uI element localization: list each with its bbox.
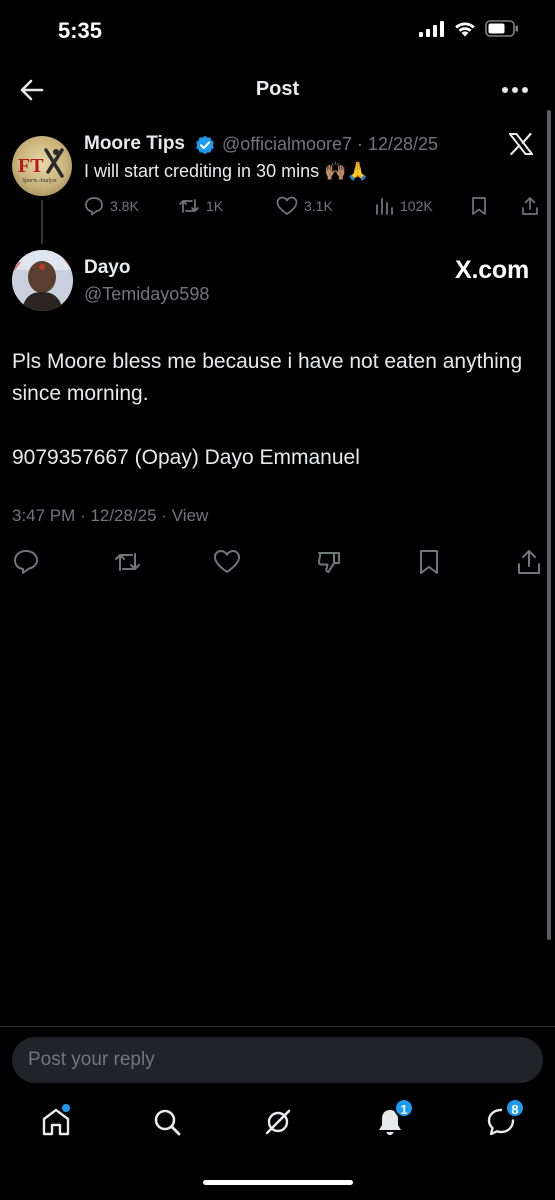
battery-icon [485,20,518,37]
quoted-view-count[interactable]: 102K [374,196,433,216]
quoted-post-text: I will start crediting in 30 mins 🙌🏽🙏 [84,161,369,181]
profile-photo-icon [12,250,73,311]
more-horizontal-icon [502,87,528,93]
verified-badge-icon [195,135,215,155]
reply-input[interactable] [12,1037,543,1083]
thumbs-down-icon [317,552,340,573]
page-title: Post [255,78,300,100]
nav-home[interactable] [40,1104,72,1138]
quoted-like-count[interactable]: 3.1K [276,196,333,216]
repost-count: 1K [206,198,224,214]
avatar-dayo[interactable] [12,250,73,311]
status-icons [419,20,519,37]
search-icon [154,1109,181,1136]
messages-badge: 8 [505,1098,525,1118]
quoted-handle-date[interactable]: @officialmoore7 · 12/28/25 [222,134,438,155]
heart-icon [276,196,298,215]
like-count: 3.1K [304,198,333,214]
author-name[interactable]: Dayo [84,257,130,279]
repost-icon [179,199,199,213]
bookmark-button[interactable] [415,548,443,576]
svg-text:Sports Analyst: Sports Analyst [22,178,57,184]
reply-count: 3.8K [110,198,139,214]
post-paragraph: 9079357667 (Opay) Dayo Emmanuel [12,446,360,469]
nav-messages[interactable]: 8 [485,1098,525,1138]
post-body: Pls Moore bless me because i have not ea… [12,346,532,506]
share-icon [518,550,540,574]
status-time: 5:35 [58,18,103,43]
svg-text:FT: FT [18,155,44,177]
quoted-author-name[interactable]: Moore Tips [84,133,185,155]
quoted-reply-count[interactable]: 3.8K [84,196,139,216]
avatar-moore-tips[interactable]: FT Sports Analyst [12,136,72,196]
downvote-button[interactable] [315,548,343,576]
reply-icon [85,197,103,216]
views-chart-icon [376,198,393,215]
nav-search[interactable] [151,1106,183,1138]
cellular-signal-icon [419,20,444,37]
notifications-badge: 1 [394,1098,414,1118]
view-count: 102K [400,198,433,214]
repost-icon [115,553,140,571]
reply-icon [14,550,38,574]
heart-icon [214,550,240,573]
post-timestamp[interactable]: 3:47 PM · 12/28/25 · View [12,506,208,526]
more-options-button[interactable] [501,86,529,94]
quoted-bookmark-button[interactable] [470,196,488,216]
quoted-repost-count[interactable]: 1K [178,196,223,216]
like-button[interactable] [213,548,241,576]
share-icon [522,197,538,215]
repost-button[interactable] [113,548,141,576]
nav-grok[interactable] [262,1106,294,1138]
moore-tips-logo: FT Sports Analyst [18,148,64,184]
quoted-share-button[interactable] [520,196,540,216]
x-logo-icon [509,133,533,155]
home-unread-dot [62,1104,70,1112]
bookmark-icon [472,197,486,215]
post-paragraph: Pls Moore bless me because i have not ea… [12,350,523,405]
author-handle[interactable]: @Temidayo598 [84,284,209,305]
grok-icon [265,1109,291,1135]
x-com-watermark: X.com [454,256,529,284]
thread-connector-line [41,200,43,244]
divider [0,1026,555,1027]
home-indicator[interactable] [202,1180,353,1185]
scrollbar[interactable] [547,110,551,940]
nav-notifications[interactable]: 1 [374,1098,414,1138]
share-button[interactable] [515,548,543,576]
reply-button[interactable] [12,548,40,576]
wifi-icon [455,22,475,37]
bookmark-icon [420,550,438,574]
